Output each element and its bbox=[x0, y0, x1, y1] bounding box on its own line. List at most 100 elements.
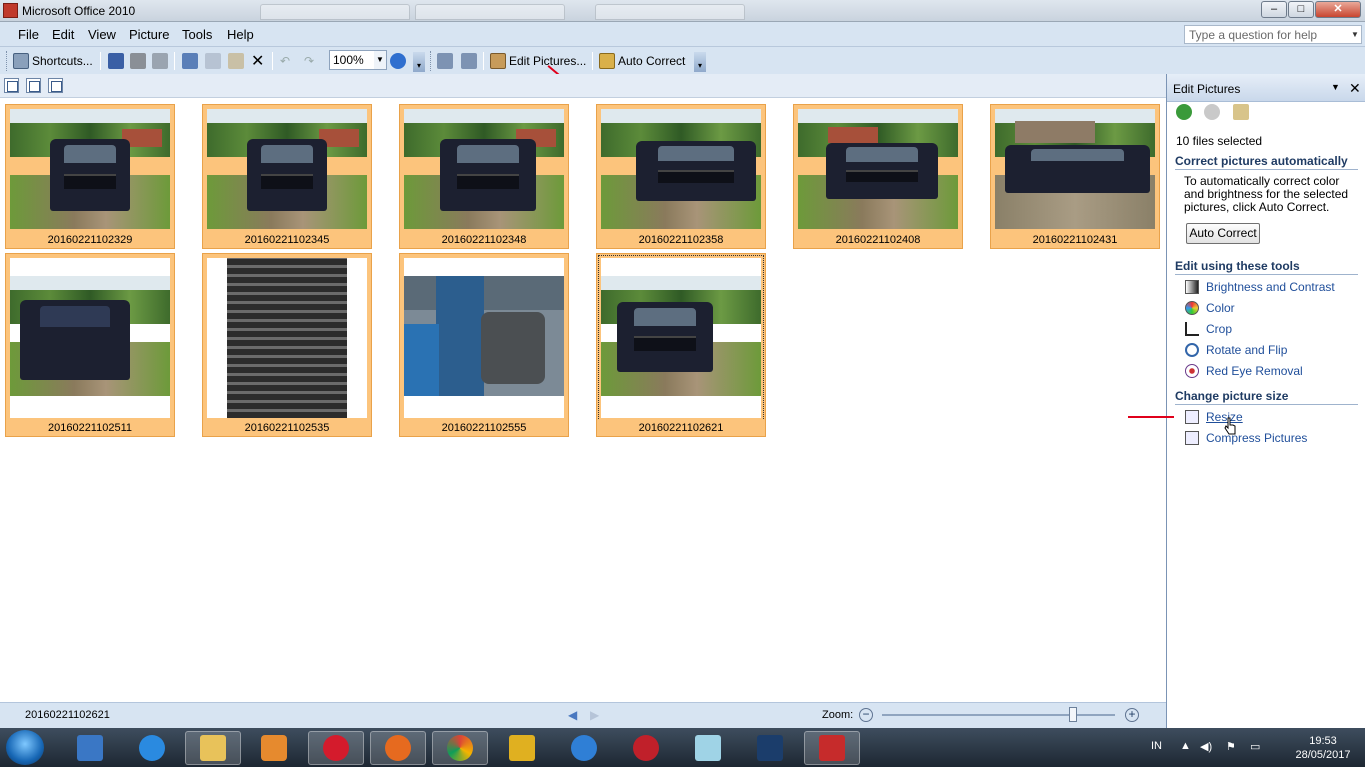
taskbar-photoshop[interactable] bbox=[742, 731, 798, 765]
menu-help[interactable]: Help bbox=[227, 27, 254, 42]
toolbar-grip[interactable] bbox=[6, 51, 9, 71]
cut-button[interactable] bbox=[182, 51, 201, 71]
red-eye-removal-link[interactable]: Red Eye Removal bbox=[1185, 364, 1303, 378]
print-button[interactable] bbox=[130, 51, 149, 71]
taskbar-firefox[interactable] bbox=[370, 731, 426, 765]
chevron-down-icon[interactable]: ▼ bbox=[1349, 26, 1361, 43]
help-icon bbox=[390, 53, 406, 69]
zoom-slider-track[interactable] bbox=[882, 714, 1115, 716]
zoom-in-icon[interactable]: + bbox=[1125, 708, 1139, 722]
thumbnail-item-focused[interactable]: 20160221102621 bbox=[596, 253, 766, 437]
back-icon[interactable] bbox=[1176, 104, 1192, 120]
thumbnail-item[interactable]: 20160221102535 bbox=[202, 253, 372, 437]
thumbnail-caption: 20160221102408 bbox=[794, 232, 962, 248]
rotate-right-button[interactable] bbox=[461, 51, 480, 71]
volume-icon[interactable]: ◀) bbox=[1200, 740, 1212, 753]
thumbnail-caption: 20160221102431 bbox=[991, 232, 1159, 248]
thumbnail-item[interactable]: 20160221102555 bbox=[399, 253, 569, 437]
zoom-select[interactable]: 100% ▼ bbox=[329, 50, 387, 70]
taskbar-internet-explorer[interactable] bbox=[124, 731, 180, 765]
language-indicator[interactable]: IN bbox=[1151, 740, 1162, 752]
thumbnail-item[interactable]: 20160221102348 bbox=[399, 104, 569, 249]
truck-bed-photo bbox=[227, 258, 347, 418]
next-picture-icon[interactable]: ▶ bbox=[590, 708, 599, 722]
taskbar-file-explorer[interactable] bbox=[185, 731, 241, 765]
crop-link[interactable]: Crop bbox=[1185, 322, 1232, 336]
minimize-button[interactable]: – bbox=[1261, 1, 1287, 18]
auto-correct-button[interactable]: Auto Correct bbox=[599, 51, 685, 71]
clock[interactable]: 19:53 28/05/2017 bbox=[1290, 734, 1356, 762]
close-button[interactable]: ✕ bbox=[1315, 1, 1361, 18]
auto-correct-pane-button[interactable]: Auto Correct bbox=[1186, 223, 1260, 244]
toolbar-grip[interactable] bbox=[430, 51, 433, 71]
rotate-flip-link[interactable]: Rotate and Flip bbox=[1185, 343, 1287, 357]
single-picture-view-button[interactable] bbox=[48, 78, 63, 93]
shortcuts-label: Shortcuts... bbox=[32, 54, 93, 68]
chevron-down-icon[interactable]: ▼ bbox=[1331, 82, 1340, 92]
taskbar-ccleaner[interactable] bbox=[556, 731, 612, 765]
previous-picture-icon[interactable]: ◀ bbox=[568, 708, 577, 722]
tray-expand-icon[interactable]: ▲ bbox=[1180, 740, 1191, 752]
taskbar-network-app[interactable] bbox=[62, 731, 118, 765]
network-tray-icon[interactable]: ▭ bbox=[1250, 740, 1260, 753]
close-icon[interactable]: ✕ bbox=[1349, 80, 1361, 97]
office-app-icon[interactable] bbox=[3, 3, 18, 18]
help-button[interactable] bbox=[390, 51, 409, 71]
thumbnail-view-button[interactable] bbox=[4, 78, 19, 93]
edit-pictures-button[interactable]: Edit Pictures... bbox=[490, 51, 586, 71]
menu-tools[interactable]: Tools bbox=[182, 27, 212, 42]
start-button[interactable] bbox=[6, 730, 44, 765]
menu-edit[interactable]: Edit bbox=[52, 27, 74, 42]
thumbnail-item[interactable]: 20160221102358 bbox=[596, 104, 766, 249]
copy-icon bbox=[205, 53, 221, 69]
rotate-left-button[interactable] bbox=[437, 51, 456, 71]
copy-button[interactable] bbox=[205, 51, 224, 71]
thumbnail-item[interactable]: 20160221102345 bbox=[202, 104, 372, 249]
filmstrip-view-button[interactable] bbox=[26, 78, 41, 93]
delete-button[interactable]: ✕ bbox=[251, 51, 264, 71]
email-icon bbox=[152, 53, 168, 69]
taskbar-office-picture-manager[interactable] bbox=[804, 731, 860, 765]
thumbnail-item[interactable]: 20160221102408 bbox=[793, 104, 963, 249]
network-icon bbox=[77, 735, 103, 761]
redo-button[interactable]: ↷ bbox=[304, 51, 314, 71]
truck-photo bbox=[10, 109, 170, 229]
color-link[interactable]: Color bbox=[1185, 301, 1235, 315]
save-button[interactable] bbox=[108, 51, 127, 71]
thumbnail-caption: 20160221102535 bbox=[203, 420, 371, 436]
brightness-contrast-link[interactable]: Brightness and Contrast bbox=[1185, 280, 1335, 294]
flag-icon[interactable]: ⚑ bbox=[1226, 740, 1236, 753]
taskbar-media-player[interactable] bbox=[246, 731, 302, 765]
menu-view[interactable]: View bbox=[88, 27, 116, 42]
menu-file[interactable]: File bbox=[18, 27, 39, 42]
crop-label: Crop bbox=[1206, 322, 1233, 336]
paste-button[interactable] bbox=[228, 51, 247, 71]
chevron-down-icon[interactable]: ▼ bbox=[374, 51, 386, 69]
menu-picture[interactable]: Picture bbox=[129, 27, 169, 42]
taskbar-winamp[interactable] bbox=[494, 731, 550, 765]
zoom-slider-handle[interactable] bbox=[1069, 707, 1078, 722]
taskbar-antivirus[interactable] bbox=[618, 731, 674, 765]
taskbar-notes[interactable] bbox=[680, 731, 736, 765]
toolbar-options-button[interactable]: ▾ bbox=[413, 52, 425, 72]
home-icon[interactable] bbox=[1233, 104, 1249, 120]
taskbar-opera[interactable] bbox=[308, 731, 364, 765]
mail-button[interactable] bbox=[152, 51, 171, 71]
undo-button[interactable]: ↶ bbox=[280, 51, 290, 71]
forward-icon[interactable] bbox=[1204, 104, 1220, 120]
redo-icon: ↷ bbox=[304, 54, 315, 68]
color-label: Color bbox=[1206, 301, 1235, 315]
toolbar-options-button[interactable]: ▾ bbox=[694, 52, 706, 72]
compress-pictures-link[interactable]: Compress Pictures bbox=[1185, 431, 1307, 445]
taskbar-chrome[interactable] bbox=[432, 731, 488, 765]
help-search-input[interactable]: Type a question for help ▼ bbox=[1184, 25, 1362, 44]
maximize-button[interactable]: □ bbox=[1288, 1, 1314, 18]
thumbnail-caption: 20160221102511 bbox=[6, 420, 174, 436]
thumbnail-item[interactable]: 20160221102511 bbox=[5, 253, 175, 437]
thumbnail-item[interactable]: 20160221102329 bbox=[5, 104, 175, 249]
zoom-out-icon[interactable]: − bbox=[859, 708, 873, 722]
toolbar-separator bbox=[100, 52, 101, 70]
shortcuts-button[interactable]: Shortcuts... bbox=[13, 51, 93, 71]
thumbnail-caption: 20160221102621 bbox=[597, 420, 765, 436]
thumbnail-item[interactable]: 20160221102431 bbox=[990, 104, 1160, 249]
